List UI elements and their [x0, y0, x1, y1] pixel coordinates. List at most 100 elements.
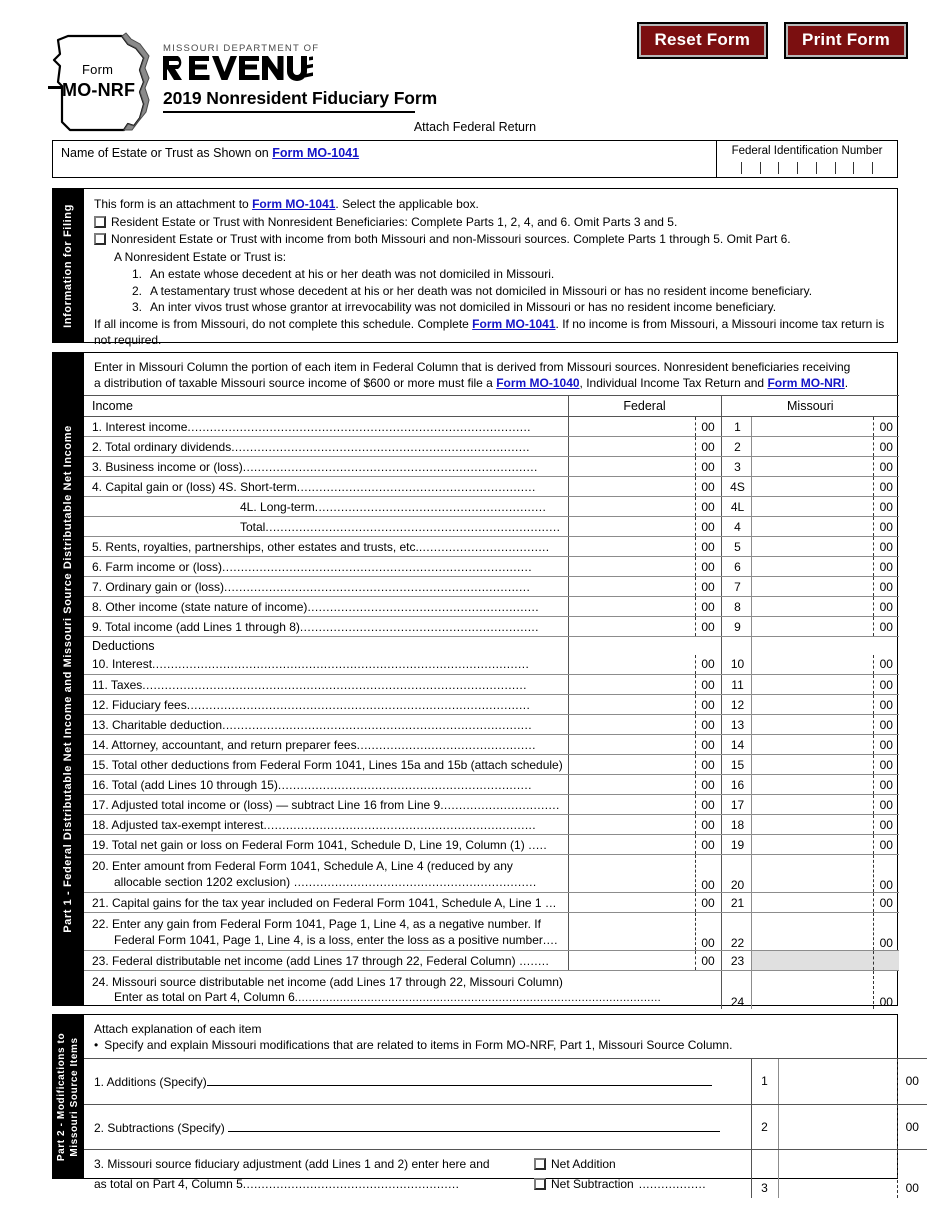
line-13-federal-input[interactable] [568, 714, 696, 735]
line-17-missouri-input[interactable] [751, 794, 874, 815]
net-subtraction-checkbox[interactable] [534, 1177, 546, 1190]
line-7-missouri-input[interactable] [751, 576, 874, 597]
resident-estate-option-row[interactable]: Resident Estate or Trust with Nonresiden… [94, 214, 887, 231]
line-19-federal-input[interactable] [568, 834, 696, 855]
table-row: 17. Adjusted total income or (loss) — su… [84, 794, 900, 815]
line-2-missouri-input[interactable] [751, 436, 874, 457]
line-23-label: 23. Federal distributable net income (ad… [84, 950, 569, 971]
estate-trust-name-field[interactable]: Name of Estate or Trust as Shown on Form… [53, 141, 717, 177]
federal-column-header: Federal [568, 395, 722, 417]
line-18-missouri-input[interactable] [751, 814, 874, 835]
line-4s-missouri-input[interactable] [751, 476, 874, 497]
fein-label: Federal Identification Number [731, 145, 883, 157]
line-4l-missouri-input[interactable] [751, 496, 874, 517]
all-income-note: If all income is from Missouri, do not c… [94, 316, 887, 349]
reset-form-button[interactable]: Reset Form [636, 22, 769, 59]
form-mo-1041-link-footer[interactable]: Form MO-1041 [472, 317, 555, 331]
line-4s-federal-cents: 00 [695, 476, 722, 497]
form-mo-nri-link[interactable]: Form MO-NRI [767, 376, 844, 390]
resident-estate-checkbox[interactable] [94, 215, 106, 228]
line-6-federal-input[interactable] [568, 556, 696, 577]
table-header-row: Income Federal Missouri [84, 395, 900, 417]
line-21-federal-input[interactable] [568, 892, 696, 913]
nonresident-estate-checkbox[interactable] [94, 233, 106, 245]
line-20-missouri-input[interactable] [751, 854, 874, 893]
bullet-icon: • [94, 1038, 99, 1052]
form-mo-1041-link[interactable]: Form MO-1041 [272, 146, 359, 160]
line-14-federal-cents: 00 [695, 734, 722, 755]
line-22-federal-input[interactable] [568, 912, 696, 951]
line-21-missouri-input[interactable] [751, 892, 874, 913]
line-11-federal-input[interactable] [568, 674, 696, 695]
line-7-federal-input[interactable] [568, 576, 696, 597]
line-4s-federal-input[interactable] [568, 476, 696, 497]
line-20-federal-input[interactable] [568, 854, 696, 893]
form-mo-1040-link[interactable]: Form MO-1040 [496, 376, 579, 390]
line-10-missouri-input[interactable] [751, 654, 874, 675]
additions-specify-input[interactable] [206, 1073, 712, 1087]
line-15-missouri-input[interactable] [751, 754, 874, 775]
line-13-missouri-input[interactable] [751, 714, 874, 735]
line-11-missouri-cents: 00 [873, 674, 900, 695]
line-14-federal-input[interactable] [568, 734, 696, 755]
line-15-federal-input[interactable] [568, 754, 696, 775]
additions-label-cell: 1. Additions (Specify) [84, 1059, 752, 1105]
line-12-number: 12 [721, 694, 752, 715]
line-11-missouri-input[interactable] [751, 674, 874, 695]
line-1-missouri-input[interactable] [751, 416, 874, 437]
net-addition-option[interactable]: Net Addition [534, 1154, 616, 1174]
table-row: 10. Interest............................… [84, 654, 900, 675]
table-row: 22. Enter any gain from Federal Form 104… [84, 912, 900, 951]
fiduciary-adjustment-cents: 00 [905, 1180, 919, 1195]
line-1-federal-input[interactable] [568, 416, 696, 437]
line-10-federal-input[interactable] [568, 654, 696, 675]
title-underline [163, 111, 415, 113]
line-17-federal-input[interactable] [568, 794, 696, 815]
subtractions-specify-input[interactable] [228, 1119, 721, 1132]
line-24-missouri-input[interactable] [751, 970, 874, 1009]
line-8-federal-input[interactable] [568, 596, 696, 617]
line-22-missouri-input[interactable] [751, 912, 874, 951]
additions-value-input[interactable] [778, 1059, 898, 1105]
fiduciary-adjustment-value-input[interactable] [778, 1149, 898, 1198]
line-4-federal-input[interactable] [568, 516, 696, 537]
line-16-federal-cents: 00 [695, 774, 722, 795]
line-12-federal-input[interactable] [568, 694, 696, 715]
line-19-federal-cents: 00 [695, 834, 722, 855]
line-5-federal-input[interactable] [568, 536, 696, 557]
line-23-federal-input[interactable] [568, 950, 696, 971]
form-mo-1041-link-intro[interactable]: Form MO-1041 [252, 197, 335, 211]
line-14-missouri-input[interactable] [751, 734, 874, 755]
line-9-federal-input[interactable] [568, 616, 696, 637]
part-1-section: Part 1 - Federal Distributable Net Incom… [52, 352, 900, 1009]
nonresident-estate-option-row[interactable]: Nonresident Estate or Trust with income … [94, 231, 887, 248]
table-row: 13. Charitable deduction................… [84, 714, 900, 735]
net-addition-checkbox[interactable] [534, 1157, 546, 1170]
line-9-federal-cents: 00 [695, 616, 722, 637]
line-4l-federal-input[interactable] [568, 496, 696, 517]
line-19-missouri-input[interactable] [751, 834, 874, 855]
print-form-button[interactable]: Print Form [784, 22, 908, 59]
line-16-federal-input[interactable] [568, 774, 696, 795]
line-3-missouri-input[interactable] [751, 456, 874, 477]
definition-item: 2. A testamentary trust whose decedent a… [94, 283, 887, 300]
line-4-missouri-input[interactable] [751, 516, 874, 537]
net-subtraction-option[interactable]: Net Subtraction.................. [534, 1174, 706, 1194]
line-18-federal-input[interactable] [568, 814, 696, 835]
line-8-missouri-input[interactable] [751, 596, 874, 617]
line-9-missouri-input[interactable] [751, 616, 874, 637]
table-row: 12. Fiduciary fees......................… [84, 694, 900, 715]
line-16-missouri-input[interactable] [751, 774, 874, 795]
form-word-label: Form [82, 62, 114, 77]
subtractions-value-input[interactable] [778, 1104, 898, 1150]
line-10-federal-cents: 00 [695, 654, 722, 675]
table-row: 21. Capital gains for the tax year inclu… [84, 892, 900, 913]
line-2-federal-input[interactable] [568, 436, 696, 457]
line-6-missouri-input[interactable] [751, 556, 874, 577]
fein-field[interactable]: Federal Identification Number [717, 141, 897, 177]
table-row: 9. Total income (add Lines 1 through 8).… [84, 616, 900, 637]
line-12-missouri-input[interactable] [751, 694, 874, 715]
line-3-federal-input[interactable] [568, 456, 696, 477]
line-5-missouri-input[interactable] [751, 536, 874, 557]
line-4l-label: 4L. Long-term...........................… [84, 496, 569, 517]
